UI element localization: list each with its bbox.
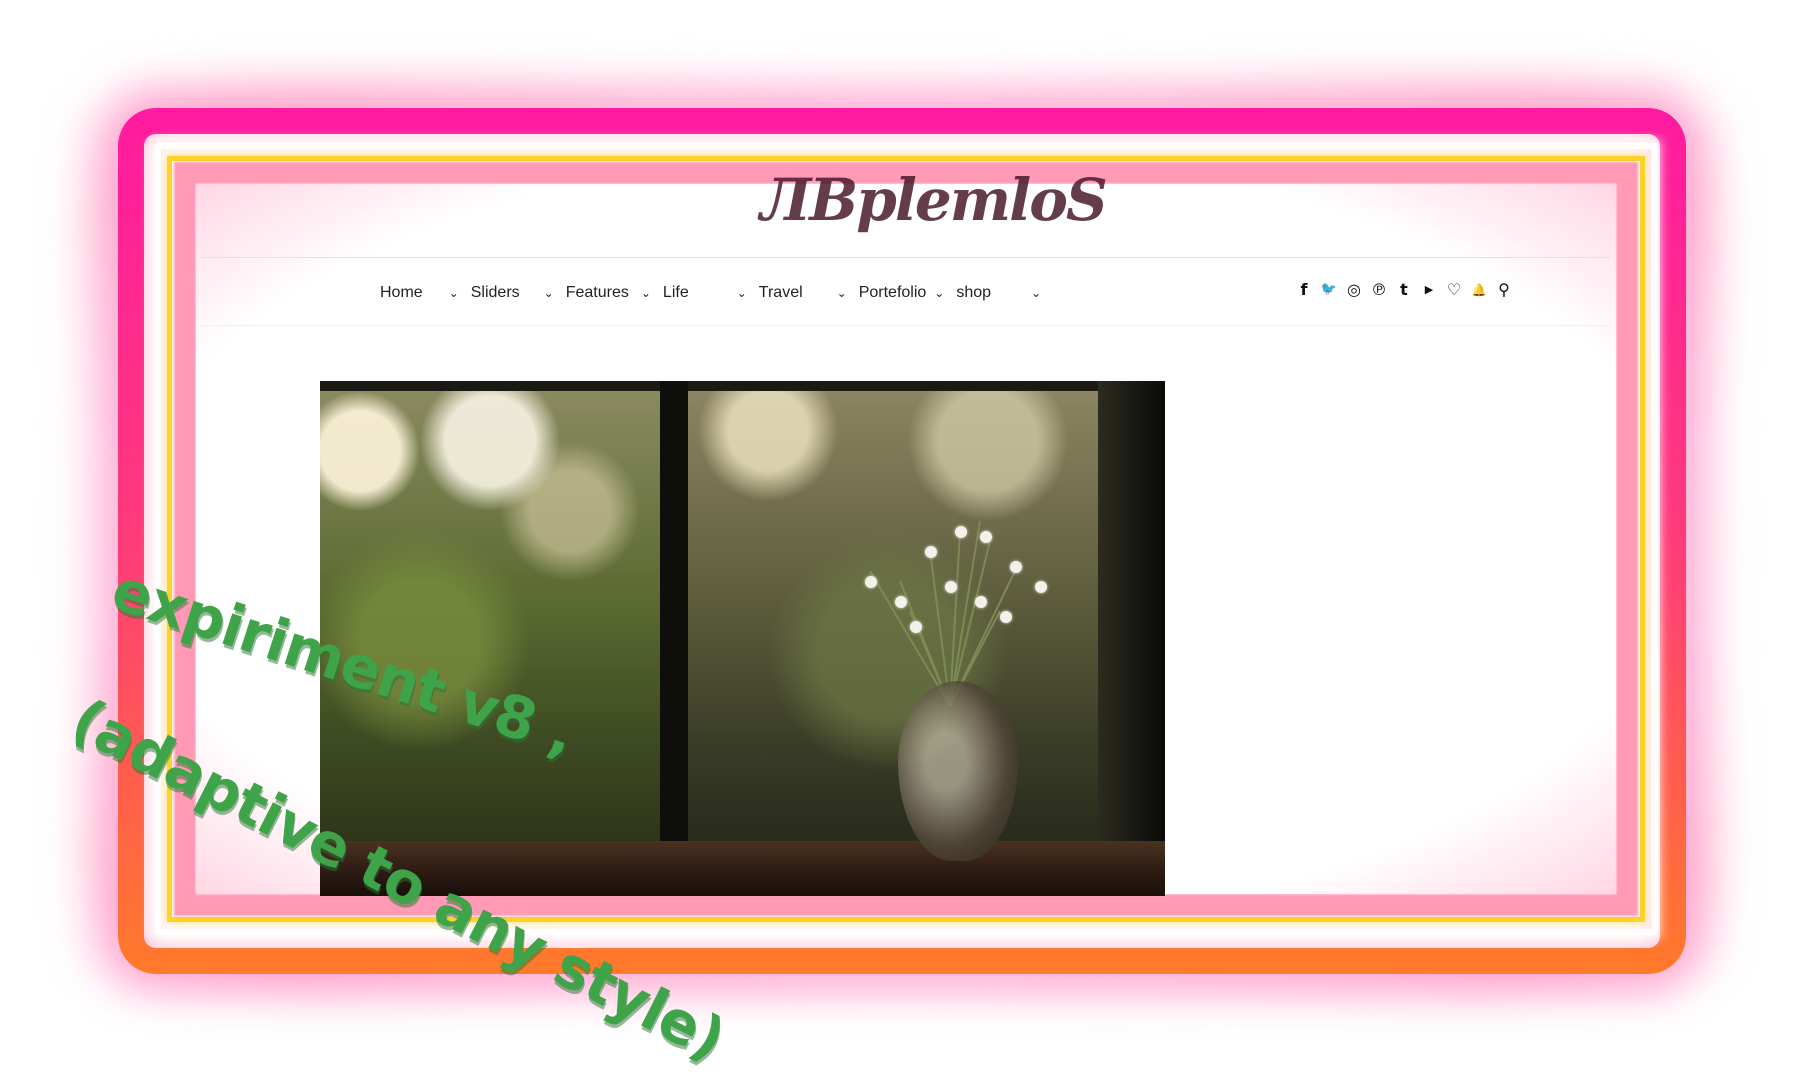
nav-label: Life	[662, 284, 689, 301]
chevron-down-icon[interactable]: ⌄	[544, 286, 554, 300]
flower	[955, 526, 967, 538]
bell-icon[interactable]: 🔔	[1470, 283, 1488, 297]
chevron-down-icon[interactable]: ⌄	[934, 286, 944, 300]
chevron-down-icon[interactable]: ⌄	[1031, 286, 1041, 300]
nav-label: Sliders	[470, 284, 520, 301]
window-frame-right	[1098, 381, 1165, 896]
glass-vase	[898, 681, 1018, 861]
nav-item-features[interactable]: Features	[566, 284, 629, 302]
flower	[1000, 611, 1012, 623]
nav-label: Home	[380, 284, 423, 301]
nav-label: shop	[956, 284, 992, 301]
nav-item-portefolio[interactable]: Portefolio	[859, 284, 927, 302]
nav-label: Features	[565, 284, 629, 301]
flower	[980, 531, 992, 543]
nav-divider	[200, 325, 1610, 326]
nav-item-travel[interactable]: Travel	[759, 284, 803, 302]
facebook-icon[interactable]: f	[1295, 280, 1313, 299]
nav-item-home[interactable]: Home	[380, 284, 423, 302]
flower	[1035, 581, 1047, 593]
chevron-down-icon[interactable]: ⌄	[449, 286, 459, 300]
tumblr-icon[interactable]: t	[1395, 280, 1413, 299]
search-icon[interactable]: ⚲	[1495, 280, 1513, 299]
youtube-icon[interactable]: ▶	[1420, 283, 1438, 296]
chevron-down-icon[interactable]: ⌄	[837, 286, 847, 300]
nav-label: Portefolio	[858, 284, 927, 301]
nav-item-sliders[interactable]: Sliders	[471, 284, 520, 302]
main-nav: Home ⌄ Sliders ⌄ Features ⌄ Life ⌄ Trave…	[380, 278, 1041, 308]
social-icons: f 🐦 ◎ ℗ t ▶ ♡ 🔔 ⚲	[1295, 280, 1513, 299]
featured-image[interactable]	[320, 381, 1165, 896]
window-mullion	[660, 381, 688, 896]
header-divider	[200, 257, 1610, 258]
flower	[925, 546, 937, 558]
flower-stems	[869, 520, 1016, 707]
window-pane-left	[320, 391, 660, 861]
flower	[865, 576, 877, 588]
nav-item-life[interactable]: Life	[663, 284, 689, 302]
pinterest-icon[interactable]: ℗	[1370, 280, 1388, 299]
flower	[895, 596, 907, 608]
nav-label: Travel	[758, 284, 803, 301]
chevron-down-icon[interactable]: ⌄	[641, 286, 651, 300]
heart-icon[interactable]: ♡	[1445, 280, 1463, 299]
flower	[910, 621, 922, 633]
twitter-icon[interactable]: 🐦	[1320, 282, 1338, 297]
site-logo[interactable]: ЛBplemloS	[760, 160, 1108, 240]
flower	[975, 596, 987, 608]
nav-item-shop[interactable]: shop	[956, 284, 991, 302]
instagram-icon[interactable]: ◎	[1345, 280, 1363, 299]
flower	[1010, 561, 1022, 573]
flower	[945, 581, 957, 593]
chevron-down-icon[interactable]: ⌄	[737, 286, 747, 300]
